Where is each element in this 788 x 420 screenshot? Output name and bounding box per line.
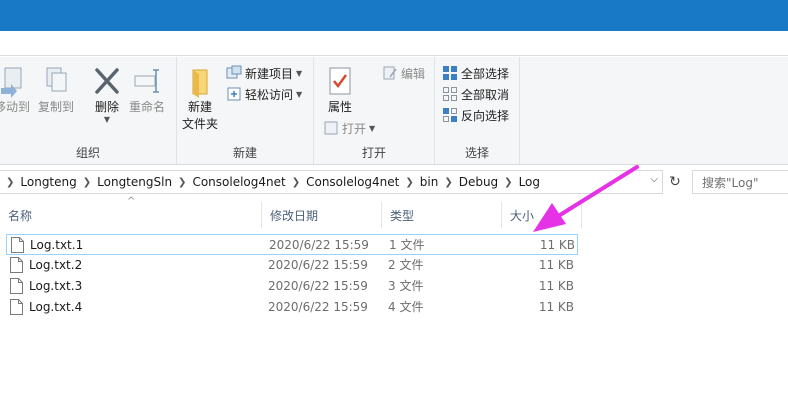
search-input[interactable]: 搜索"Log" <box>692 170 788 194</box>
chevron-right-icon[interactable]: ❯ <box>286 177 306 188</box>
file-size: 11 KB <box>538 278 574 293</box>
column-header-type[interactable]: 类型 <box>382 202 502 228</box>
rename-icon <box>130 63 164 99</box>
ribbon-group-open: 属性 打开 ▼ 编辑 打开 <box>314 57 435 165</box>
window-title-bar <box>0 0 788 31</box>
chevron-right-icon[interactable]: ❯ <box>172 177 192 188</box>
file-date: 2020/6/22 15:59 <box>268 278 368 293</box>
file-type: 2 文件 <box>388 258 424 272</box>
delete-button[interactable]: 删除 ▼ <box>90 63 124 124</box>
chevron-right-icon[interactable]: ❯ <box>438 177 458 188</box>
easy-access-icon <box>226 86 242 102</box>
chevron-right-icon[interactable]: ❯ <box>0 177 20 188</box>
select-all-button[interactable]: 全部选择 <box>442 63 509 83</box>
table-row[interactable]: Log.txt.3 2020/6/22 15:59 3 文件 11 KB <box>6 276 578 297</box>
rename-button[interactable]: 重命名 <box>129 63 165 116</box>
open-icon <box>323 120 339 136</box>
chevron-down-icon[interactable]: ⌵ <box>650 174 658 185</box>
edit-icon <box>382 65 398 81</box>
file-type: 4 文件 <box>388 300 424 314</box>
chevron-right-icon[interactable]: ❯ <box>498 177 518 188</box>
file-name: Log.txt.3 <box>29 278 83 293</box>
new-item-dropdown-icon: ▼ <box>296 68 303 78</box>
properties-button[interactable]: 属性 <box>323 63 357 116</box>
ribbon-group-organize: 移动到 复制到 删除 ▼ 重命名 组织 <box>0 57 177 165</box>
open-dropdown-icon: ▼ <box>369 123 376 133</box>
ribbon-group-new-label: 新建 <box>232 146 257 160</box>
ribbon-group-open-label: 打开 <box>361 146 386 160</box>
file-name: Log.txt.4 <box>29 299 83 314</box>
breadcrumb-item[interactable]: Log <box>519 175 540 189</box>
table-row[interactable]: Log.txt.4 2020/6/22 15:59 4 文件 11 KB <box>6 297 578 318</box>
column-header-size[interactable]: 大小 <box>502 202 582 228</box>
table-row[interactable]: Log.txt.2 2020/6/22 15:59 2 文件 11 KB <box>6 255 578 276</box>
delete-dropdown-icon[interactable]: ▼ <box>104 116 110 124</box>
chevron-right-icon[interactable]: ❯ <box>77 177 97 188</box>
ribbon-group-select: 全部选择 全部取消 反向选择 选择 <box>435 57 520 165</box>
table-row[interactable]: Log.txt.1 2020/6/22 15:59 1 文件 11 KB <box>6 234 578 255</box>
refresh-icon[interactable]: ↻ <box>664 170 686 194</box>
column-header-name[interactable]: 名称 <box>0 202 262 228</box>
column-header-date[interactable]: 修改日期 <box>262 202 382 228</box>
text-file-icon <box>10 256 23 273</box>
folder-icon <box>183 63 217 99</box>
select-none-button[interactable]: 全部取消 <box>442 84 509 104</box>
invert-selection-button[interactable]: 反向选择 <box>442 105 509 125</box>
file-date: 2020/6/22 15:59 <box>268 299 368 314</box>
file-type: 3 文件 <box>388 279 424 293</box>
address-bar-row: ❯ Longteng ❯ LongtengSln ❯ Consolelog4ne… <box>0 170 788 194</box>
select-all-icon <box>442 65 458 81</box>
move-to-button[interactable]: 移动到 <box>0 63 30 116</box>
new-item-icon <box>226 65 242 81</box>
select-none-icon <box>442 86 458 102</box>
column-headers: ^ 名称 修改日期 类型 大小 <box>0 196 788 228</box>
move-to-icon <box>0 63 29 99</box>
edit-button[interactable]: 编辑 <box>382 63 425 83</box>
easy-access-button[interactable]: 轻松访问 ▼ <box>226 84 302 104</box>
delete-icon <box>90 63 124 99</box>
file-date: 2020/6/22 15:59 <box>268 257 368 272</box>
breadcrumb-item[interactable]: Consolelog4net <box>306 175 399 189</box>
new-item-button[interactable]: 新建项目 ▼ <box>226 63 302 83</box>
chevron-right-icon[interactable]: ❯ <box>399 177 419 188</box>
invert-selection-icon <box>442 107 458 123</box>
file-size: 11 KB <box>538 299 574 314</box>
address-bar[interactable]: ❯ Longteng ❯ LongtengSln ❯ Consolelog4ne… <box>0 170 663 194</box>
file-size: 11 KB <box>539 237 575 252</box>
breadcrumb-item[interactable]: LongtengSln <box>97 175 172 189</box>
easy-access-dropdown-icon: ▼ <box>296 89 303 99</box>
copy-to-icon <box>39 63 73 99</box>
breadcrumb-item[interactable]: Longteng <box>20 175 76 189</box>
breadcrumb-item[interactable]: bin <box>420 175 439 189</box>
ribbon-group-organize-label: 组织 <box>75 146 100 160</box>
ribbon-group-new: 新建 文件夹 新建项目 ▼ 轻松访问 ▼ 新建 <box>177 57 314 165</box>
new-folder-button[interactable]: 新建 文件夹 <box>182 63 218 133</box>
breadcrumb-item[interactable]: Consolelog4net <box>192 175 285 189</box>
file-name: Log.txt.1 <box>30 237 84 252</box>
properties-icon <box>323 63 357 99</box>
open-button[interactable]: 打开 ▼ <box>323 118 375 138</box>
copy-to-button[interactable]: 复制到 <box>38 63 74 116</box>
text-file-icon <box>10 298 23 315</box>
file-name: Log.txt.2 <box>29 257 83 272</box>
ribbon: 移动到 复制到 删除 ▼ 重命名 组织 新建 文件夹 新建项目 ▼ 轻松访问 ▼… <box>0 57 788 165</box>
text-file-icon <box>10 277 23 294</box>
ribbon-group-select-label: 选择 <box>464 146 489 160</box>
breadcrumb-item[interactable]: Debug <box>459 175 498 189</box>
text-file-icon <box>11 236 24 253</box>
file-size: 11 KB <box>538 257 574 272</box>
file-type: 1 文件 <box>389 238 425 252</box>
file-date: 2020/6/22 15:59 <box>269 237 369 252</box>
ribbon-tab-strip <box>0 31 788 56</box>
